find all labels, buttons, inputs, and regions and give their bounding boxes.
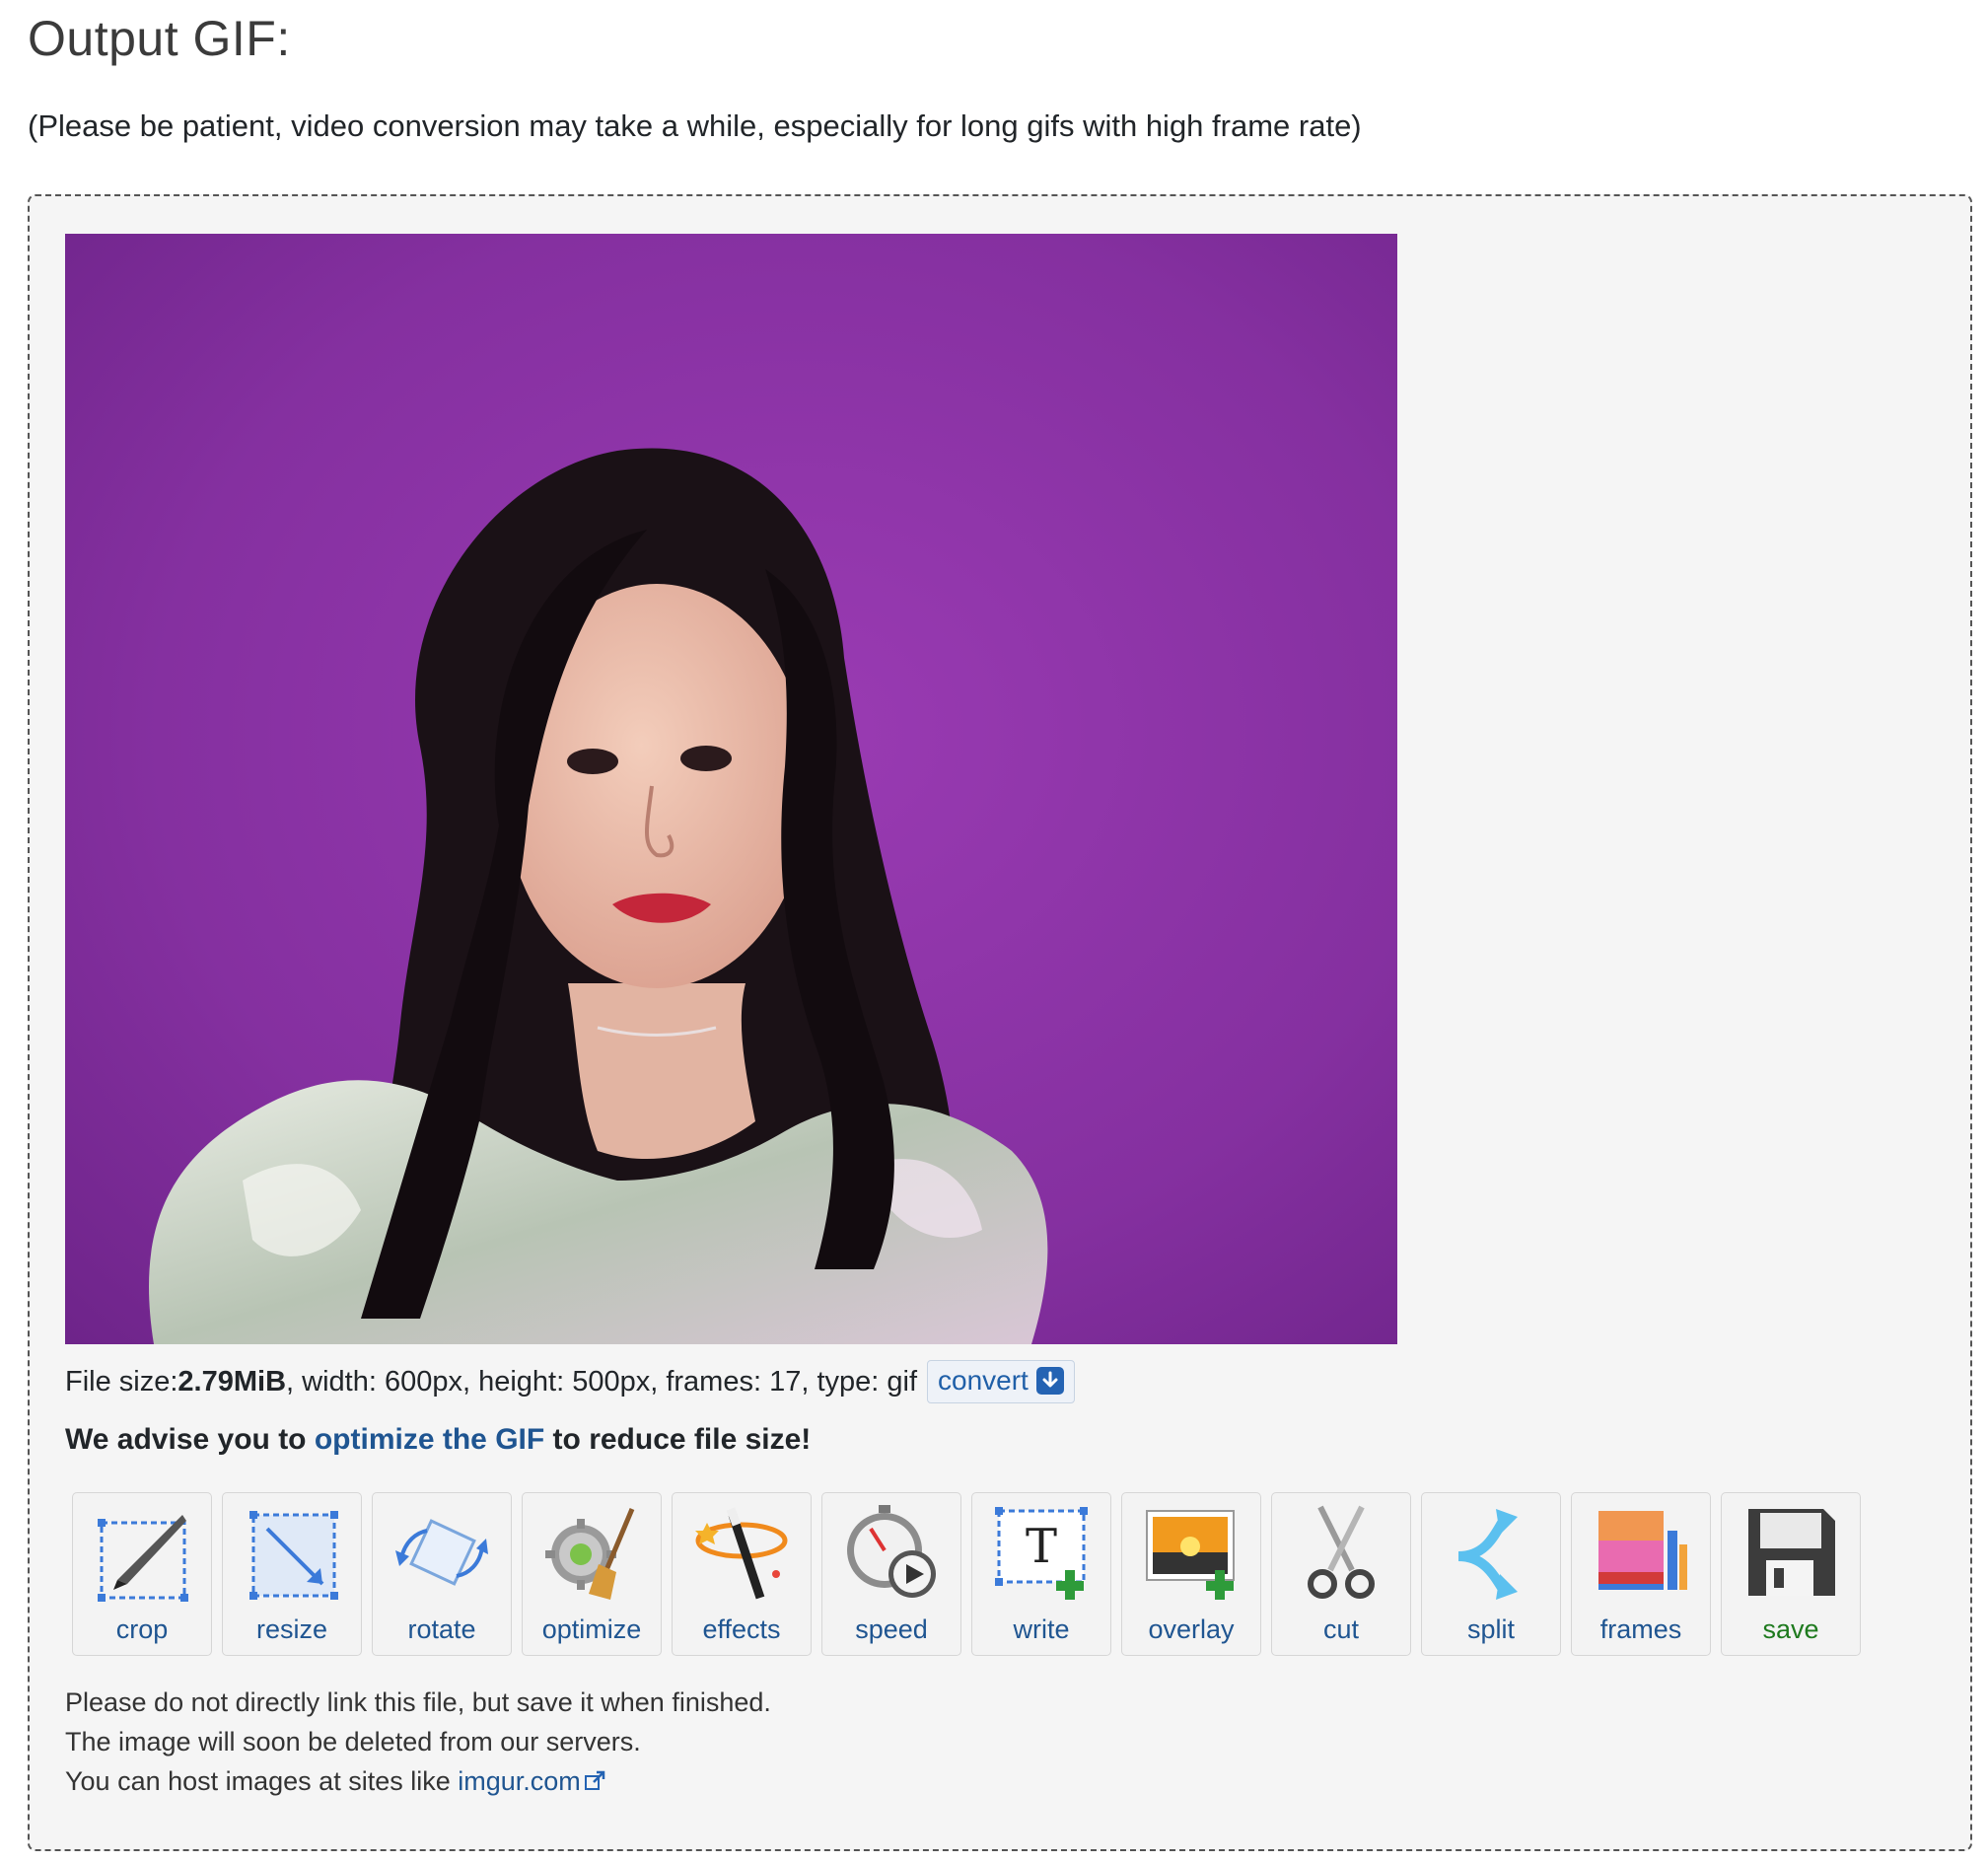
imgur-link[interactable]: imgur.com xyxy=(458,1766,581,1796)
crop-label: crop xyxy=(115,1614,169,1644)
page: Output GIF: (Please be patient, video co… xyxy=(0,0,1988,1864)
frames-icon xyxy=(1598,1511,1687,1590)
note-line-2: The image will soon be deleted from our … xyxy=(65,1727,641,1756)
optimize-advice: We advise you to optimize the GIF to red… xyxy=(65,1423,811,1457)
optimize-gif-link[interactable]: optimize the GIF xyxy=(315,1423,544,1456)
frames-button[interactable]: frames xyxy=(1571,1492,1711,1656)
file-details: , width: 600px, height: 500px, frames: 1… xyxy=(286,1365,918,1398)
output-gif-image[interactable] xyxy=(65,234,1397,1344)
convert-label: convert xyxy=(938,1365,1029,1396)
advice-prefix: We advise you to xyxy=(65,1423,315,1456)
rotate-icon xyxy=(395,1519,488,1586)
overlay-label: overlay xyxy=(1148,1614,1235,1644)
save-icon xyxy=(1748,1509,1835,1596)
advice-suffix: to reduce file size! xyxy=(544,1423,812,1456)
effects-button[interactable]: effects xyxy=(672,1492,812,1656)
speed-button[interactable]: speed xyxy=(821,1492,961,1656)
save-button[interactable]: save xyxy=(1721,1492,1861,1656)
svg-text:T: T xyxy=(1026,1519,1057,1574)
effects-icon xyxy=(695,1507,788,1600)
cut-label: cut xyxy=(1322,1614,1360,1644)
write-label: write xyxy=(1013,1614,1070,1644)
cut-button[interactable]: cut xyxy=(1271,1492,1411,1656)
note-line-1: Please do not directly link this file, b… xyxy=(65,1687,771,1717)
cut-icon xyxy=(1308,1505,1375,1599)
write-button[interactable]: T write xyxy=(971,1492,1111,1656)
overlay-icon xyxy=(1146,1510,1235,1600)
hosting-note: Please do not directly link this file, b… xyxy=(65,1683,771,1801)
resize-icon xyxy=(249,1511,338,1600)
speed-label: speed xyxy=(855,1614,928,1644)
save-label: save xyxy=(1762,1614,1819,1644)
conversion-notice: (Please be patient, video conversion may… xyxy=(28,108,1362,143)
file-info: File size: 2.79MiB , width: 600px, heigh… xyxy=(65,1360,1075,1403)
download-arrow-icon xyxy=(1035,1367,1064,1395)
rotate-label: rotate xyxy=(407,1614,476,1644)
resize-button[interactable]: resize xyxy=(222,1492,362,1656)
page-title: Output GIF: xyxy=(28,11,291,66)
crop-button[interactable]: crop xyxy=(72,1492,212,1656)
split-button[interactable]: split xyxy=(1421,1492,1561,1656)
output-panel: File size: 2.79MiB , width: 600px, heigh… xyxy=(28,194,1972,1851)
split-icon xyxy=(1457,1509,1518,1600)
optimize-button[interactable]: optimize xyxy=(522,1492,662,1656)
effects-label: effects xyxy=(702,1614,781,1644)
resize-label: resize xyxy=(255,1614,328,1644)
write-icon: T xyxy=(995,1507,1088,1600)
tool-toolbar: crop resize rotate optimize effects spee… xyxy=(72,1492,1861,1656)
split-label: split xyxy=(1466,1614,1515,1644)
speed-icon xyxy=(847,1505,936,1598)
optimize-label: optimize xyxy=(541,1614,642,1644)
overlay-button[interactable]: overlay xyxy=(1121,1492,1261,1656)
note-line-3-prefix: You can host images at sites like xyxy=(65,1766,459,1796)
note-line-3: You can host images at sites like imgur.… xyxy=(65,1761,771,1801)
optimize-icon xyxy=(545,1508,635,1600)
file-size-value: 2.79MiB xyxy=(178,1365,287,1398)
external-link-icon xyxy=(584,1770,605,1790)
crop-icon xyxy=(98,1515,188,1602)
frames-label: frames xyxy=(1599,1614,1682,1644)
file-size-label: File size: xyxy=(65,1365,178,1398)
convert-button[interactable]: convert xyxy=(927,1360,1075,1403)
rotate-button[interactable]: rotate xyxy=(372,1492,512,1656)
